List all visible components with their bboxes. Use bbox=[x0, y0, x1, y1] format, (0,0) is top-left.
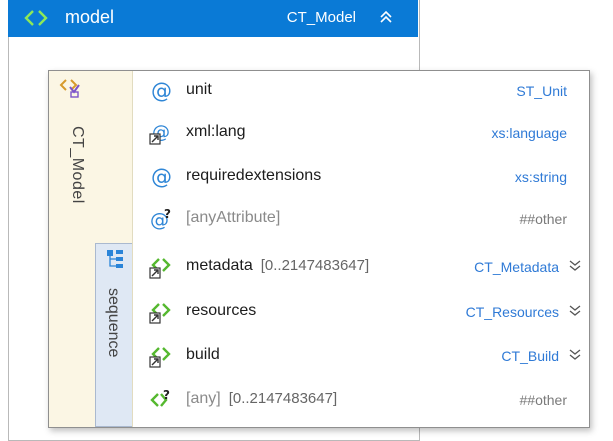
sequence-icon bbox=[107, 250, 123, 268]
complex-type-icon bbox=[59, 79, 80, 98]
element-name: resources bbox=[186, 302, 257, 319]
element-type: ##other bbox=[519, 392, 567, 408]
svg-text:@: @ bbox=[151, 79, 172, 103]
attribute-row-xml-lang[interactable]: @ xml:lang xs:language bbox=[149, 118, 589, 148]
attribute-name: unit bbox=[186, 81, 212, 98]
expand-down-icon[interactable] bbox=[569, 305, 581, 317]
element-icon bbox=[24, 10, 48, 26]
element-ref-icon bbox=[149, 303, 171, 324]
element-row-metadata[interactable]: metadata [0..2147483647] CT_Metadata bbox=[149, 252, 589, 282]
element-type[interactable]: CT_Build bbox=[501, 348, 559, 364]
attribute-name: xml:lang bbox=[186, 123, 246, 140]
attribute-icon: @ bbox=[151, 79, 172, 103]
attribute-ref-icon: @ bbox=[149, 122, 170, 145]
expand-down-icon[interactable] bbox=[569, 260, 581, 272]
element-row-resources[interactable]: resources CT_Resources bbox=[149, 297, 589, 327]
element-type[interactable]: CT_Resources bbox=[466, 304, 559, 320]
attribute-name: [anyAttribute] bbox=[186, 209, 281, 226]
element-name: build bbox=[186, 346, 220, 363]
collapse-up-icon[interactable] bbox=[379, 10, 393, 24]
complex-type-sidebar: CT_Model sequence bbox=[49, 71, 133, 427]
element-row-build[interactable]: build CT_Build bbox=[149, 341, 589, 371]
attribute-name: requiredextensions bbox=[186, 167, 322, 184]
any-element-icon: ? bbox=[150, 388, 170, 407]
svg-text:?: ? bbox=[164, 207, 171, 221]
element-ref-icon bbox=[149, 347, 171, 368]
complex-type-panel: CT_Model sequence @ unit ST_Unit @ xml:l… bbox=[48, 70, 590, 428]
element-name: model bbox=[65, 7, 115, 27]
complex-type-label: CT_Model bbox=[69, 126, 86, 204]
attribute-row-unit[interactable]: @ unit ST_Unit bbox=[149, 76, 589, 106]
expand-down-icon[interactable] bbox=[569, 349, 581, 361]
svg-text:?: ? bbox=[163, 388, 170, 402]
attribute-type: xs:string bbox=[514, 169, 567, 185]
element-name: [any] [0..2147483647] bbox=[186, 390, 338, 407]
occurrence: [0..2147483647] bbox=[260, 257, 370, 274]
any-attribute-icon: @ ? bbox=[150, 207, 171, 231]
attribute-type: ##other bbox=[519, 211, 567, 227]
element-row-any[interactable]: ? [any] [0..2147483647] ##other bbox=[149, 385, 589, 415]
element-ref-icon bbox=[149, 258, 171, 279]
svg-text:@: @ bbox=[151, 165, 172, 189]
element-name: metadata [0..2147483647] bbox=[186, 257, 370, 274]
attribute-icon: @ bbox=[151, 165, 172, 189]
element-type[interactable]: CT_Model bbox=[287, 9, 356, 26]
attribute-type: ST_Unit bbox=[516, 83, 567, 99]
attribute-row-any-attribute[interactable]: @ ? [anyAttribute] ##other bbox=[149, 204, 589, 234]
attribute-type: xs:language bbox=[491, 125, 567, 141]
sequence-label: sequence bbox=[105, 288, 122, 358]
attribute-row-requiredextensions[interactable]: @ requiredextensions xs:string bbox=[149, 162, 589, 192]
model-element-header[interactable]: model CT_Model bbox=[8, 0, 418, 37]
occurrence: [0..2147483647] bbox=[228, 390, 338, 407]
sequence-compositor[interactable]: sequence bbox=[95, 243, 132, 427]
element-type[interactable]: CT_Metadata bbox=[474, 259, 559, 275]
